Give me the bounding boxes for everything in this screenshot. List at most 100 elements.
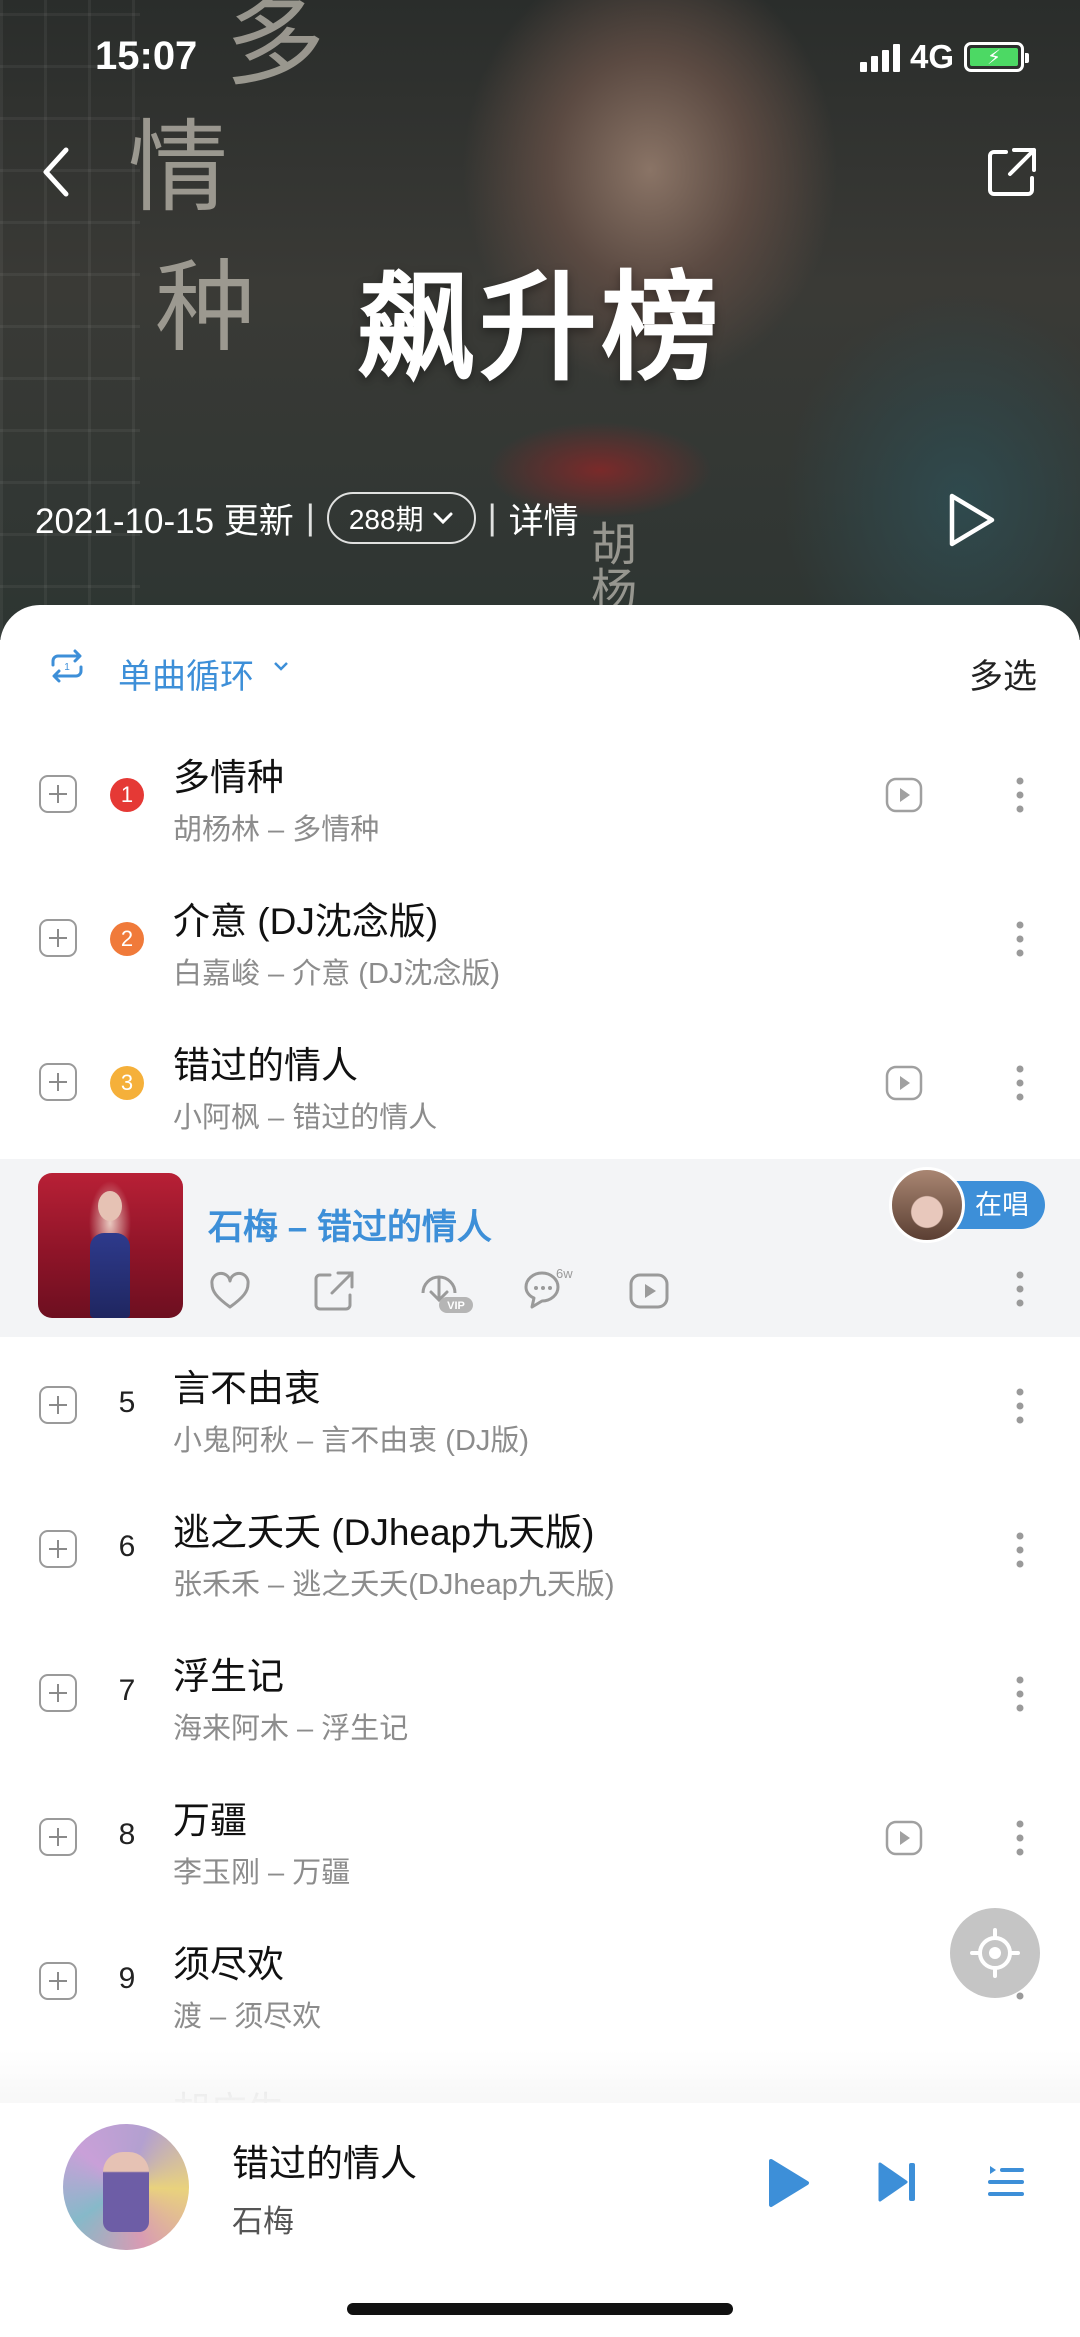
share-icon[interactable] [310,1267,358,1315]
chevron-down-icon [274,662,288,671]
song-row[interactable]: 6 逃之夭夭 (DJheap九天版) 张禾禾 – 逃之夭夭(DJheap九天版) [0,1482,1080,1625]
more-options-icon[interactable] [1005,1814,1035,1862]
multi-select-button[interactable]: 多选 [969,649,1037,698]
next-track-icon[interactable] [876,2160,918,2204]
rank-number: 6 [118,1530,136,1563]
comment-icon[interactable]: 6w [520,1267,584,1315]
header-art-char-2: 情 [128,109,228,226]
mv-play-icon[interactable] [885,777,923,813]
song-subtitle: 李玉刚 – 万疆 [173,1857,351,1889]
chart-header: 多 情 种 胡杨 15:07 4G ⚡ 飙升榜 2021-10-15 更新 | … [0,0,1080,640]
rank-number: 7 [118,1674,136,1707]
song-title[interactable]: 浮生记 [173,1646,284,1700]
song-subtitle: 白嘉峻 – 介意 (DJ沈念版) [173,958,501,990]
more-options-icon[interactable] [1005,1059,1035,1107]
add-to-playlist-button[interactable] [39,1962,77,2000]
chart-title: 飙升榜 [356,263,723,395]
playlist-icon[interactable] [986,2160,1026,2204]
song-row[interactable]: 1 多情种 胡杨林 – 多情种 [0,727,1080,870]
rank-badge: 2 [110,922,144,956]
add-to-playlist-button[interactable] [39,775,77,813]
locate-target-icon [970,1928,1020,1978]
locate-current-song-button[interactable] [950,1908,1040,1998]
header-art-signature: 胡杨 [584,520,638,612]
add-to-playlist-button[interactable] [39,1530,77,1568]
song-row[interactable]: 8 万疆 李玉刚 – 万疆 [0,1770,1080,1913]
rank-number: 5 [118,1386,136,1419]
more-options-icon[interactable] [1005,1670,1035,1718]
now-playing-song-title[interactable]: 石梅 – 错过的情人 [208,1199,492,1250]
divider: | [305,498,315,537]
mini-player[interactable]: 错过的情人 石梅 [0,2103,1080,2337]
add-to-playlist-button[interactable] [39,1818,77,1856]
song-cover-image [38,1173,183,1318]
song-title[interactable]: 万疆 [173,1790,247,1844]
song-subtitle: 小阿枫 – 错过的情人 [173,1102,438,1134]
mv-play-icon[interactable] [885,1065,923,1101]
divider: | [487,498,497,537]
song-row[interactable]: 3 错过的情人 小阿枫 – 错过的情人 [0,1015,1080,1158]
update-date: 2021-10-15 更新 [35,501,294,541]
status-time: 15:07 [95,34,198,78]
more-options-icon[interactable] [1005,915,1035,963]
issue-label: 288期 [348,504,424,535]
song-title[interactable]: 言不由衷 [173,1358,321,1412]
song-row[interactable]: 2 介意 (DJ沈念版) 白嘉峻 – 介意 (DJ沈念版) [0,871,1080,1014]
add-to-playlist-button[interactable] [39,1674,77,1712]
song-title[interactable]: 须尽欢 [173,1934,284,1988]
avatar [889,1167,965,1243]
song-subtitle: 张禾禾 – 逃之夭夭(DJheap九天版) [173,1569,615,1601]
song-title[interactable]: 逃之夭夭 (DJheap九天版) [173,1502,594,1556]
more-options-icon[interactable] [1005,1265,1035,1313]
song-title[interactable]: 多情种 [173,747,284,801]
song-subtitle: 渡 – 须尽欢 [173,2001,322,2033]
home-indicator [347,2303,733,2315]
song-row[interactable]: 5 言不由衷 小鬼阿秋 – 言不由衷 (DJ版) [0,1338,1080,1481]
now-playing-song-row[interactable]: 石梅 – 错过的情人 VIP 6w 在唱 [0,1159,1080,1337]
svg-text:VIP: VIP [447,1300,465,1312]
play-icon[interactable] [765,2156,811,2210]
network-type: 4G [909,38,954,75]
issue-selector[interactable]: 288期 [326,492,476,544]
list-fade [0,2050,1080,2110]
header-art-char-1: 多 [225,0,325,100]
mini-player-cover[interactable] [63,2124,189,2250]
rank-number: 9 [118,1962,136,1995]
chart-info-row: 2021-10-15 更新 | 288期 | 详情 [35,492,579,544]
rank-badge: 1 [110,778,144,812]
singing-avatar-pill[interactable]: 在唱 [889,1167,1045,1243]
song-subtitle: 胡杨林 – 多情种 [173,814,380,846]
chevron-down-icon [433,512,453,525]
repeat-one-icon[interactable]: 1 [45,649,89,683]
loop-mode-button[interactable]: 单曲循环 [118,649,254,698]
signal-icon [859,42,900,72]
song-title[interactable]: 介意 (DJ沈念版) [173,891,438,945]
add-to-playlist-button[interactable] [39,1386,77,1424]
mv-play-icon[interactable] [885,1820,923,1856]
song-row[interactable]: 7 浮生记 海来阿木 – 浮生记 [0,1626,1080,1769]
song-subtitle: 小鬼阿秋 – 言不由衷 (DJ版) [173,1425,530,1457]
add-to-playlist-button[interactable] [39,1063,77,1101]
list-toolbar: 1 单曲循环 多选 [0,605,1080,730]
share-icon[interactable] [984,144,1040,200]
song-title[interactable]: 错过的情人 [173,1035,358,1089]
back-arrow-icon[interactable] [38,142,78,202]
add-to-playlist-button[interactable] [39,919,77,957]
like-heart-icon[interactable] [206,1267,254,1315]
comment-count: 6w [556,1267,573,1281]
rank-number: 8 [118,1818,136,1851]
details-link[interactable]: 详情 [509,493,579,544]
mv-play-icon[interactable] [625,1267,673,1315]
more-options-icon[interactable] [1005,1382,1035,1430]
song-action-bar: VIP 6w [200,1267,700,1317]
more-options-icon[interactable] [1005,771,1035,819]
mini-player-title[interactable]: 错过的情人 [232,2133,417,2187]
battery-icon: ⚡ [964,42,1029,72]
download-vip-icon[interactable]: VIP [415,1267,475,1315]
play-all-icon[interactable] [944,490,998,550]
more-options-icon[interactable] [1005,1526,1035,1574]
song-subtitle: 海来阿木 – 浮生记 [173,1713,409,1745]
mini-player-artist: 石梅 [232,2204,294,2239]
rank-badge: 3 [110,1066,144,1100]
song-row[interactable]: 9 须尽欢 渡 – 须尽欢 [0,1914,1080,2057]
